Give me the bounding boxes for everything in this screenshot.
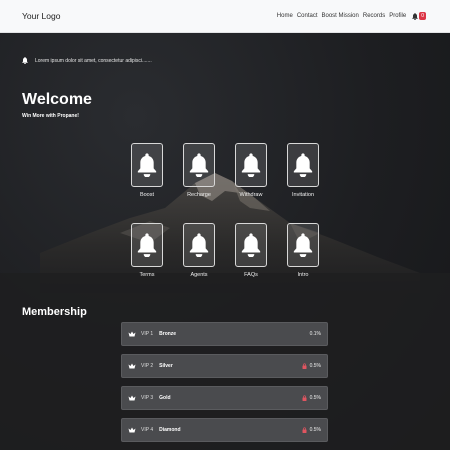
tile-terms[interactable]: Terms	[131, 223, 163, 278]
vip-rate: 0.5%	[309, 427, 321, 433]
announcement-text: Lorem ipsum dolor sit amet, consectetur …	[35, 57, 152, 64]
bell-icon	[241, 153, 261, 177]
tile-agents-button[interactable]	[183, 223, 215, 267]
vip-name: Silver	[159, 363, 173, 369]
bell-icon	[241, 233, 261, 257]
tile-intro[interactable]: Intro	[287, 223, 319, 278]
lock-icon	[302, 395, 307, 401]
bell-icon	[293, 233, 313, 257]
vip-level: VIP 4	[141, 427, 154, 433]
vip-rate: 0.1%	[309, 331, 321, 337]
vip-rate-group: 0.5%	[302, 363, 321, 369]
hero-section: Lorem ipsum dolor sit amet, consectetur …	[0, 33, 450, 450]
vip-level: VIP 3	[141, 395, 154, 401]
nav-profile-link[interactable]: Profile	[389, 13, 406, 19]
vip-row[interactable]: VIP 3 Gold 0.5%	[121, 386, 328, 410]
tile-label: Terms	[139, 272, 155, 278]
tile-label: FAQs	[244, 272, 258, 278]
notification-button[interactable]: 0	[412, 12, 426, 20]
vip-rate-group: 0.5%	[302, 395, 321, 401]
nav-home-link[interactable]: Home	[277, 13, 293, 19]
vip-level: VIP 2	[141, 363, 154, 369]
tile-recharge[interactable]: Recharge	[183, 143, 215, 198]
vip-name: Diamond	[159, 427, 181, 433]
tile-boost-button[interactable]	[131, 143, 163, 187]
crown-icon	[128, 331, 136, 337]
lock-icon	[302, 363, 307, 369]
vip-row[interactable]: VIP 2 Silver 0.5%	[121, 354, 328, 378]
vip-name: Bronze	[159, 331, 177, 337]
tile-label: Recharge	[187, 192, 211, 198]
nav-links: Home Contact Boost Mission Records Profi…	[277, 12, 426, 20]
tile-label: Agents	[190, 272, 208, 278]
crown-icon	[128, 363, 136, 369]
tile-intro-button[interactable]	[287, 223, 319, 267]
bell-icon	[293, 153, 313, 177]
tile-boost[interactable]: Boost	[131, 143, 163, 198]
tile-label: Withdraw	[239, 192, 263, 198]
announcement-marquee: Lorem ipsum dolor sit amet, consectetur …	[22, 57, 152, 64]
bell-icon	[189, 233, 209, 257]
bell-icon	[189, 153, 209, 177]
crown-icon	[128, 427, 136, 433]
vip-name: Gold	[159, 395, 171, 401]
membership-heading: Membership	[22, 306, 87, 318]
crown-icon	[128, 395, 136, 401]
tile-label: Intro	[297, 272, 309, 278]
vip-level: VIP 1	[141, 331, 154, 337]
tile-invitation[interactable]: Invitation	[287, 143, 319, 198]
bell-icon	[137, 233, 157, 257]
vip-rate-group: 0.1%	[310, 331, 321, 337]
logo[interactable]: Your Logo	[22, 11, 60, 21]
nav-contact-link[interactable]: Contact	[297, 13, 318, 19]
tile-agents[interactable]: Agents	[183, 223, 215, 278]
tile-withdraw-button[interactable]	[235, 143, 267, 187]
tile-faqs-button[interactable]	[235, 223, 267, 267]
vip-row[interactable]: VIP 1 Bronze 0.1%	[121, 322, 328, 346]
vip-rate: 0.5%	[309, 363, 321, 369]
tile-recharge-button[interactable]	[183, 143, 215, 187]
nav-records-link[interactable]: Records	[363, 13, 385, 19]
vip-row[interactable]: VIP 4 Diamond 0.5%	[121, 418, 328, 442]
nav-boost-mission-link[interactable]: Boost Mission	[322, 13, 359, 19]
tile-faqs[interactable]: FAQs	[235, 223, 267, 278]
vip-rate-group: 0.5%	[302, 427, 321, 433]
page-subtitle: Win More with Propane!	[22, 113, 79, 119]
tile-terms-button[interactable]	[131, 223, 163, 267]
tile-label: Invitation	[291, 192, 314, 198]
vip-rate: 0.5%	[309, 395, 321, 401]
tile-label: Boost	[139, 192, 155, 198]
navbar: Your Logo Home Contact Boost Mission Rec…	[0, 0, 450, 33]
notification-badge: 0	[419, 12, 426, 20]
tile-withdraw[interactable]: Withdraw	[235, 143, 267, 198]
lock-icon	[302, 427, 307, 433]
tile-invitation-button[interactable]	[287, 143, 319, 187]
page-title: Welcome	[22, 91, 92, 108]
bell-icon	[137, 153, 157, 177]
bell-icon	[412, 12, 418, 20]
bell-icon	[22, 57, 28, 64]
